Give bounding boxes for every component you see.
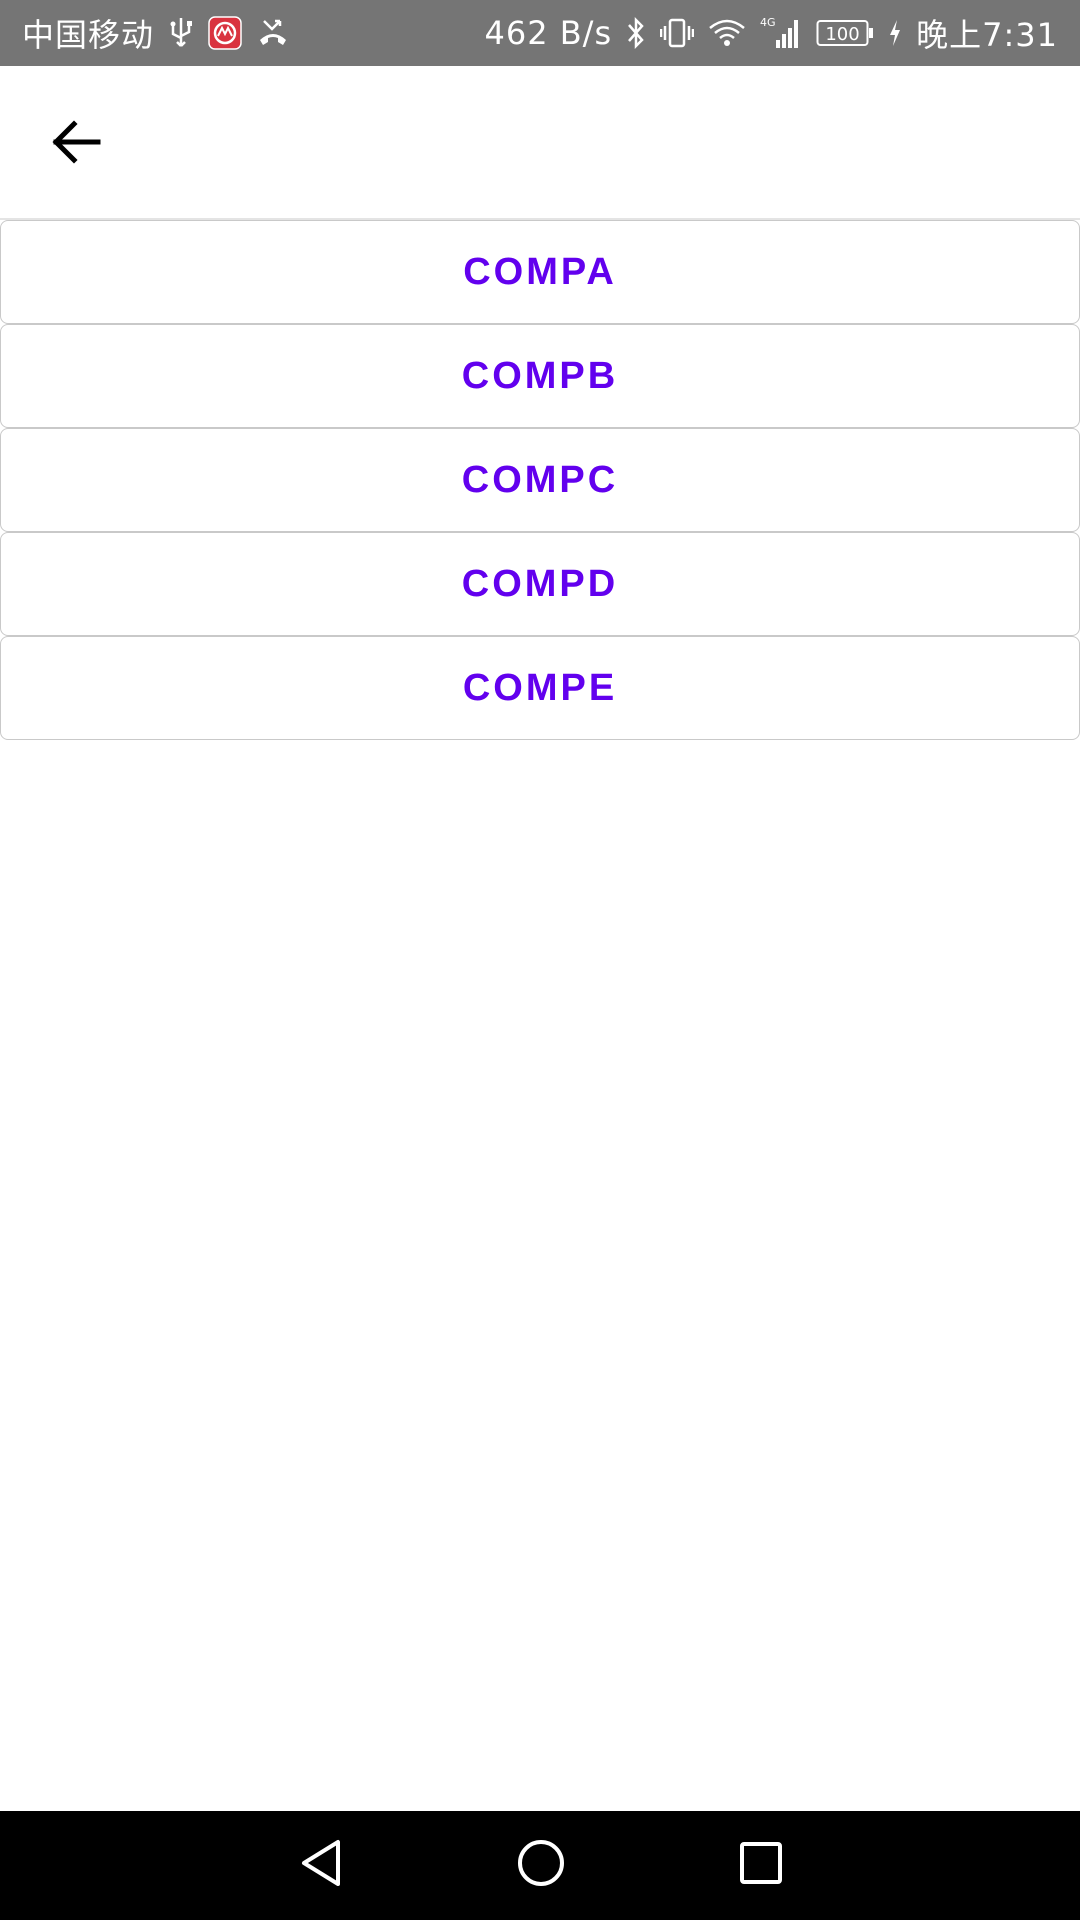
compe-button[interactable]: COMPE xyxy=(0,636,1080,740)
missed-call-icon xyxy=(256,18,290,48)
compa-button[interactable]: COMPA xyxy=(0,220,1080,324)
arrow-back-icon xyxy=(50,116,102,173)
nav-home-button[interactable] xyxy=(486,1811,595,1920)
usb-icon xyxy=(168,16,194,50)
charging-icon xyxy=(888,18,902,48)
signal-icon: 4G xyxy=(760,16,802,50)
status-left: 中国移动 xyxy=(22,10,290,56)
compc-button[interactable]: COMPC xyxy=(0,428,1080,532)
network-speed: 462 B/s xyxy=(484,14,613,52)
compb-button[interactable]: COMPB xyxy=(0,324,1080,428)
recents-square-icon xyxy=(738,1840,784,1891)
bank-app-icon xyxy=(208,16,242,50)
navigation-bar xyxy=(0,1811,1080,1920)
back-triangle-icon xyxy=(298,1838,344,1893)
nav-back-button[interactable] xyxy=(266,1811,375,1920)
status-bar: 中国移动 462 B/s 4G 100 晚上7:31 xyxy=(0,0,1080,66)
wifi-icon xyxy=(708,18,746,48)
toolbar xyxy=(0,66,1080,218)
compd-button[interactable]: COMPD xyxy=(0,532,1080,636)
nav-recents-button[interactable] xyxy=(706,1811,815,1920)
bluetooth-icon xyxy=(626,16,646,50)
clock: 晚上7:31 xyxy=(916,16,1058,54)
vibrate-icon xyxy=(660,16,695,50)
back-button[interactable] xyxy=(40,108,112,180)
button-list: COMPA COMPB COMPC COMPD COMPE xyxy=(0,220,1080,740)
carrier-label: 中国移动 xyxy=(22,16,155,54)
home-circle-icon xyxy=(516,1838,566,1893)
battery-icon: 100 xyxy=(816,18,874,48)
battery-level: 100 xyxy=(825,24,859,45)
status-right: 462 B/s 4G 100 晚上7:31 xyxy=(484,10,1058,56)
svg-text:4G: 4G xyxy=(760,16,776,29)
